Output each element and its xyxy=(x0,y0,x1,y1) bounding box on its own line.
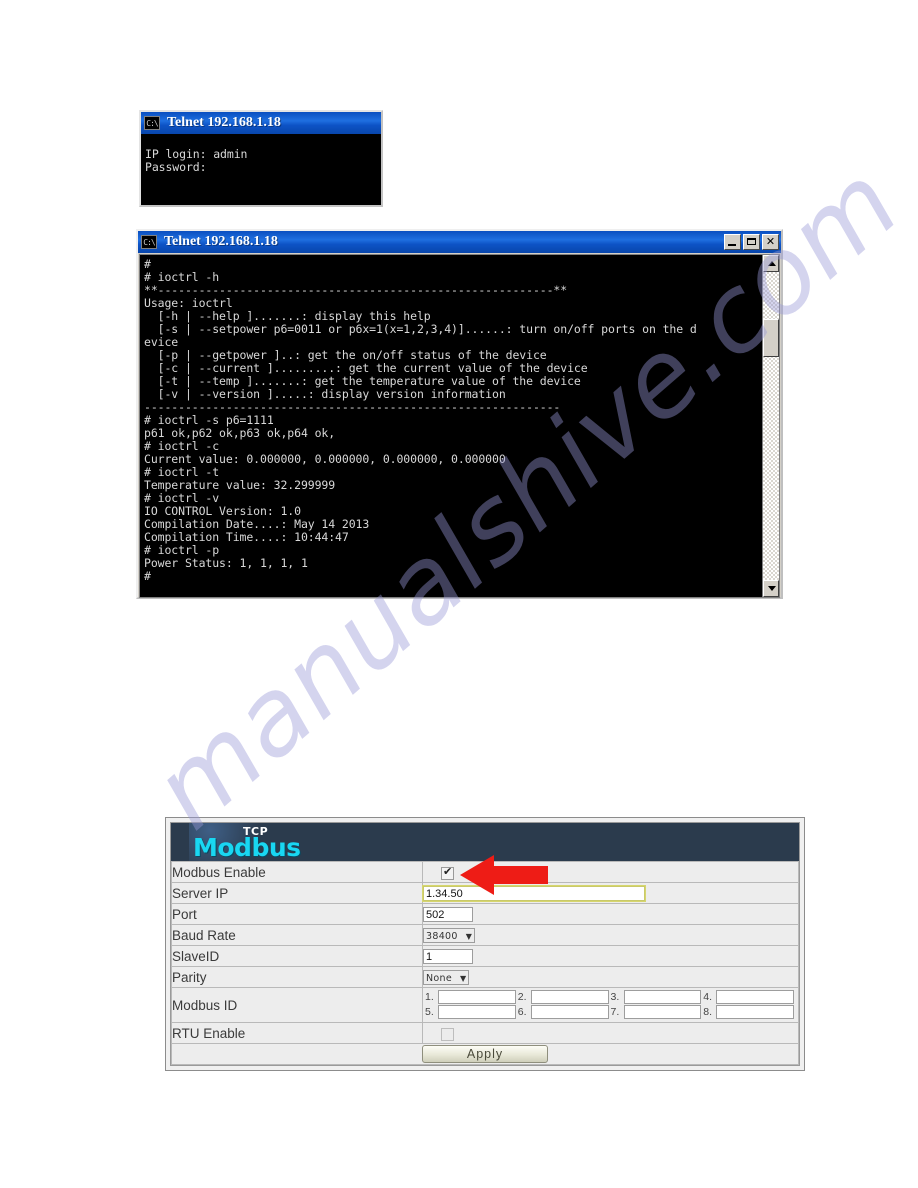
table-row: SlaveID 1 xyxy=(171,945,799,967)
modbus-id-input-6[interactable] xyxy=(530,1005,609,1019)
modbus-id-index-3: 3. xyxy=(610,991,620,1003)
modbus-id-input-3[interactable] xyxy=(623,990,702,1004)
telnet-login-title: Telnet 192.168.1.18 xyxy=(167,115,281,130)
console-icon: C:\ xyxy=(141,235,157,249)
telnet-main-body: # # ioctrl -h **------------------------… xyxy=(139,254,780,598)
telnet-main-output: # # ioctrl -h **------------------------… xyxy=(144,257,697,583)
baud-rate-select[interactable]: 38400 ▼ xyxy=(423,928,475,944)
telnet-main-title: Telnet 192.168.1.18 xyxy=(164,234,278,249)
slave-id-input[interactable]: 1 xyxy=(423,949,473,965)
table-row: Parity None ▼ xyxy=(171,966,799,988)
modbus-id-input-7[interactable] xyxy=(623,1005,702,1019)
modbus-id-field-8: 8. xyxy=(703,1005,794,1019)
scrollbar-thumb[interactable] xyxy=(763,319,779,357)
modbus-enable-checkbox[interactable] xyxy=(441,865,454,880)
table-row: Modbus ID 1. 2. 3. 4. 5. 6. 7. 8. xyxy=(171,987,799,1023)
server-ip-label: Server IP xyxy=(171,882,423,904)
rtu-enable-label: RTU Enable xyxy=(171,1022,423,1044)
telnet-login-output: IP login: admin Password: xyxy=(145,147,248,174)
port-label: Port xyxy=(171,903,423,925)
modbus-id-cell: 1. 2. 3. 4. 5. 6. 7. 8. xyxy=(422,987,799,1023)
telnet-main-titlebar[interactable]: C:\ Telnet 192.168.1.18 ✕ xyxy=(138,231,781,253)
modbus-id-field-1: 1. xyxy=(425,990,516,1004)
modbus-id-input-8[interactable] xyxy=(716,1005,794,1019)
parity-label: Parity xyxy=(171,966,423,988)
modbus-id-index-4: 4. xyxy=(703,991,713,1003)
modbus-enable-label: Modbus Enable xyxy=(171,861,423,883)
chevron-down-icon: ▼ xyxy=(465,932,472,942)
table-row: Port 502 xyxy=(171,903,799,925)
baud-rate-value: 38400 xyxy=(426,931,458,943)
modbus-id-index-1: 1. xyxy=(425,991,434,1003)
telnet-login-titlebar[interactable]: C:\ Telnet 192.168.1.18 xyxy=(141,112,381,134)
chevron-down-icon: ▼ xyxy=(459,974,467,984)
parity-select[interactable]: None ▼ xyxy=(423,970,470,986)
table-row: RTU Enable xyxy=(171,1022,799,1044)
modbus-id-index-2: 2. xyxy=(517,991,527,1003)
telnet-login-window: C:\ Telnet 192.168.1.18 IP login: admin … xyxy=(139,110,383,207)
table-row: Apply xyxy=(171,1043,799,1065)
window-controls: ✕ xyxy=(724,234,779,250)
slave-id-cell: 1 xyxy=(422,945,799,967)
modbus-id-field-7: 7. xyxy=(611,1005,702,1019)
modbus-header-title: Modbus xyxy=(193,833,301,861)
slave-id-label: SlaveID xyxy=(171,945,423,967)
modbus-id-index-6: 6. xyxy=(517,1006,527,1018)
table-row: Baud Rate 38400 ▼ xyxy=(171,924,799,946)
console-icon: C:\ xyxy=(144,116,160,130)
modbus-id-input-1[interactable] xyxy=(438,990,516,1004)
scrollbar-track[interactable] xyxy=(763,272,779,580)
parity-cell: None ▼ xyxy=(422,966,799,988)
apply-button[interactable]: Apply xyxy=(422,1045,548,1063)
modbus-id-input-4[interactable] xyxy=(716,990,794,1004)
telnet-login-screen[interactable]: IP login: admin Password: xyxy=(141,134,381,205)
telnet-main-screen[interactable]: # # ioctrl -h **------------------------… xyxy=(140,255,762,597)
minimize-button[interactable] xyxy=(724,234,741,250)
red-left-arrow-annotation xyxy=(460,855,548,895)
modbus-id-field-3: 3. xyxy=(611,990,702,1004)
modbus-id-grid: 1. 2. 3. 4. 5. 6. 7. 8. xyxy=(423,988,798,1022)
modbus-id-index-5: 5. xyxy=(425,1006,434,1018)
maximize-button[interactable] xyxy=(743,234,760,250)
port-cell: 502 xyxy=(422,903,799,925)
scroll-up-icon[interactable] xyxy=(763,255,779,272)
modbus-id-label: Modbus ID xyxy=(171,987,423,1023)
vertical-scrollbar[interactable] xyxy=(762,255,779,597)
scroll-down-icon[interactable] xyxy=(763,580,779,597)
modbus-id-field-4: 4. xyxy=(703,990,794,1004)
baud-rate-cell: 38400 ▼ xyxy=(422,924,799,946)
modbus-id-field-5: 5. xyxy=(425,1005,516,1019)
apply-row: Apply xyxy=(171,1043,799,1065)
modbus-id-input-5[interactable] xyxy=(438,1005,516,1019)
modbus-id-index-7: 7. xyxy=(610,1006,620,1018)
rtu-enable-checkbox[interactable] xyxy=(441,1027,454,1041)
modbus-id-index-8: 8. xyxy=(703,1006,713,1018)
modbus-id-field-2: 2. xyxy=(518,990,609,1004)
rtu-enable-cell xyxy=(422,1022,799,1044)
modbus-id-field-6: 6. xyxy=(518,1005,609,1019)
telnet-main-window: C:\ Telnet 192.168.1.18 ✕ # # ioctrl -h … xyxy=(136,229,783,599)
close-button[interactable]: ✕ xyxy=(762,234,779,250)
parity-value: None xyxy=(426,973,452,985)
port-input[interactable]: 502 xyxy=(423,907,473,923)
modbus-id-input-2[interactable] xyxy=(530,990,609,1004)
baud-rate-label: Baud Rate xyxy=(171,924,423,946)
